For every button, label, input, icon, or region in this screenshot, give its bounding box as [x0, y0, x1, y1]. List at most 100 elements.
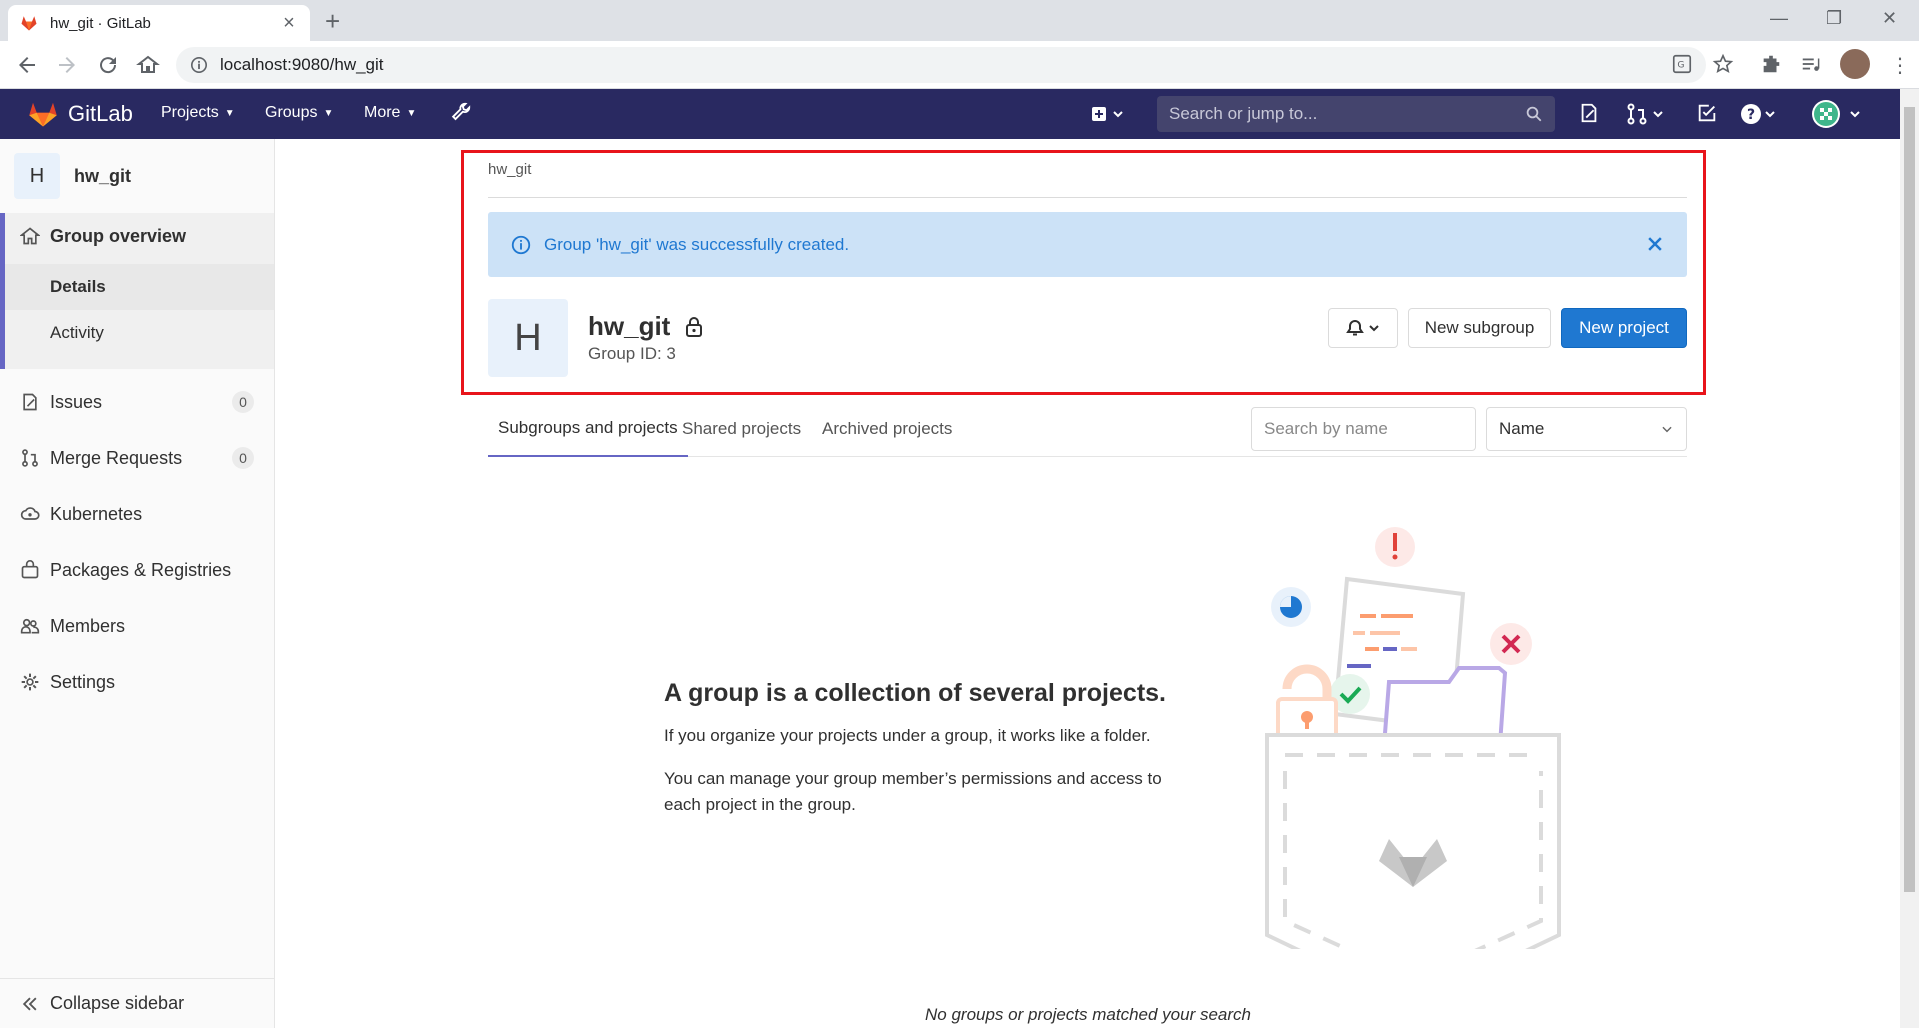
- browser-toolbar: localhost:9080/hw_git G ⋮: [0, 41, 1919, 89]
- minimize-icon[interactable]: —: [1770, 8, 1788, 29]
- flash-notice-text: Group 'hw_git' was successfully created.: [544, 234, 850, 254]
- chevron-down-icon: [1660, 422, 1674, 436]
- tab-title: hw_git · GitLab: [50, 14, 151, 32]
- gitlab-top-navbar: GitLab Projects ▼ Groups ▼ More ▼ Search or…: [0, 89, 1900, 139]
- sidebar-item-settings[interactable]: Settings: [0, 659, 274, 705]
- tab-shared-projects[interactable]: Shared projects: [682, 401, 801, 457]
- reload-icon[interactable]: [96, 53, 120, 77]
- more-menu-label: More: [364, 104, 401, 121]
- collapse-sidebar-label: Collapse sidebar: [50, 993, 185, 1013]
- url-text: localhost:9080/hw_git: [220, 55, 384, 74]
- translate-icon[interactable]: G: [1671, 53, 1695, 77]
- sidebar-item-details[interactable]: Details: [5, 264, 274, 310]
- svg-text:G: G: [1677, 60, 1684, 71]
- projects-menu-label: Projects: [161, 104, 219, 121]
- group-avatar: H: [14, 153, 60, 199]
- browser-menu-icon[interactable]: ⋮: [1890, 53, 1914, 77]
- back-icon[interactable]: [15, 53, 39, 77]
- group-title: hw_git: [588, 311, 704, 342]
- site-info-icon[interactable]: [190, 56, 208, 74]
- tab-label: Shared projects: [682, 419, 802, 438]
- users-icon: [20, 616, 40, 636]
- address-bar[interactable]: localhost:9080/hw_git: [176, 47, 1706, 83]
- close-tab-icon[interactable]: ×: [280, 12, 298, 35]
- sidebar-item-group-overview[interactable]: Group overview: [0, 213, 274, 259]
- issues-icon: [20, 392, 40, 412]
- cloud-gear-icon: [20, 504, 40, 524]
- new-project-button[interactable]: New project: [1561, 308, 1687, 348]
- lock-icon: [684, 316, 704, 338]
- sidebar-item-label: Activity: [50, 323, 104, 342]
- tab-subgroups-and-projects[interactable]: Subgroups and projects: [488, 401, 688, 457]
- help-icon[interactable]: ?: [1740, 102, 1775, 126]
- group-name: hw_git: [588, 311, 671, 341]
- close-icon[interactable]: [1645, 234, 1665, 254]
- browser-profile-avatar[interactable]: [1840, 49, 1870, 79]
- search-placeholder: Search or jump to...: [1169, 104, 1318, 123]
- sidebar-item-packages[interactable]: Packages & Registries: [0, 547, 274, 593]
- more-menu[interactable]: More ▼: [364, 104, 416, 122]
- sidebar-item-label: Settings: [50, 671, 116, 692]
- collapse-sidebar-button[interactable]: Collapse sidebar: [0, 978, 274, 1028]
- sidebar-item-label: Merge Requests: [50, 447, 183, 468]
- bell-icon: [1343, 318, 1383, 338]
- tab-label: Archived projects: [822, 419, 953, 438]
- sidebar-item-label: Issues: [50, 391, 103, 412]
- sidebar-item-label: Packages & Registries: [50, 559, 232, 580]
- window-close-icon[interactable]: ✕: [1882, 8, 1897, 29]
- sidebar-item-label: Group overview: [50, 225, 187, 246]
- projects-menu[interactable]: Projects ▼: [161, 104, 235, 122]
- sidebar-item-activity[interactable]: Activity: [5, 310, 274, 356]
- search-icon: [1525, 105, 1543, 123]
- sidebar-item-merge-requests[interactable]: Merge Requests 0: [0, 435, 274, 481]
- home-icon[interactable]: [136, 53, 160, 77]
- double-chevron-left-icon: [20, 994, 40, 1014]
- new-tab-icon[interactable]: +: [325, 8, 340, 34]
- issues-count-badge: 0: [232, 391, 254, 413]
- notification-settings-button[interactable]: [1328, 308, 1398, 348]
- group-id: Group ID: 3: [588, 344, 676, 363]
- search-by-name-input[interactable]: Search by name: [1251, 407, 1476, 451]
- forward-icon[interactable]: [55, 53, 79, 77]
- merge-requests-nav-icon[interactable]: [1626, 102, 1663, 126]
- gear-icon: [20, 672, 40, 692]
- sidebar-group-header[interactable]: H hw_git: [0, 139, 274, 213]
- home-icon: [20, 226, 40, 246]
- sidebar-item-members[interactable]: Members: [0, 603, 274, 649]
- tab-label: Subgroups and projects: [498, 418, 678, 437]
- groups-menu[interactable]: Groups ▼: [265, 104, 333, 122]
- browser-tab[interactable]: hw_git · GitLab ×: [8, 5, 310, 41]
- media-queue-icon[interactable]: [1800, 53, 1824, 77]
- gitlab-favicon-icon: [20, 14, 38, 32]
- user-avatar-menu[interactable]: [1811, 99, 1860, 128]
- empty-state-text-2: You can manage your group member’s permi…: [664, 769, 1162, 814]
- new-item-plus-icon[interactable]: [1090, 102, 1123, 126]
- scrollbar-thumb[interactable]: [1904, 107, 1915, 892]
- group-avatar-large: H: [488, 299, 568, 377]
- bookmark-star-icon[interactable]: [1712, 53, 1736, 77]
- breadcrumb-divider: [488, 197, 1687, 198]
- admin-wrench-icon[interactable]: [450, 102, 474, 126]
- tab-archived-projects[interactable]: Archived projects: [822, 401, 952, 457]
- breadcrumb[interactable]: hw_git: [488, 161, 531, 178]
- empty-state-title: A group is a collection of several proje…: [664, 679, 1166, 707]
- new-subgroup-button[interactable]: New subgroup: [1408, 308, 1551, 348]
- main-content: hw_git Group 'hw_git' was successfully c…: [275, 139, 1900, 1028]
- todos-nav-icon[interactable]: [1696, 102, 1720, 126]
- restore-icon[interactable]: ❐: [1826, 8, 1842, 29]
- page-scrollbar[interactable]: [1900, 89, 1919, 1028]
- merge-request-icon: [20, 448, 40, 468]
- merge-requests-count-badge: 0: [232, 447, 254, 469]
- chevron-down-icon: ▼: [406, 107, 417, 119]
- sidebar-item-issues[interactable]: Issues 0: [0, 379, 274, 425]
- chevron-down-icon: ▼: [323, 107, 334, 119]
- sidebar-group-name: hw_git: [74, 165, 131, 186]
- extensions-icon[interactable]: [1760, 53, 1784, 77]
- global-search-input[interactable]: Search or jump to...: [1157, 96, 1555, 132]
- issues-nav-icon[interactable]: [1578, 102, 1602, 126]
- sort-selected-value: Name: [1499, 419, 1545, 438]
- group-sidebar: H hw_git Group overview Details Activity…: [0, 139, 275, 1028]
- gitlab-home-link[interactable]: GitLab: [18, 100, 133, 128]
- sidebar-item-kubernetes[interactable]: Kubernetes: [0, 491, 274, 537]
- sort-dropdown[interactable]: Name: [1486, 407, 1687, 451]
